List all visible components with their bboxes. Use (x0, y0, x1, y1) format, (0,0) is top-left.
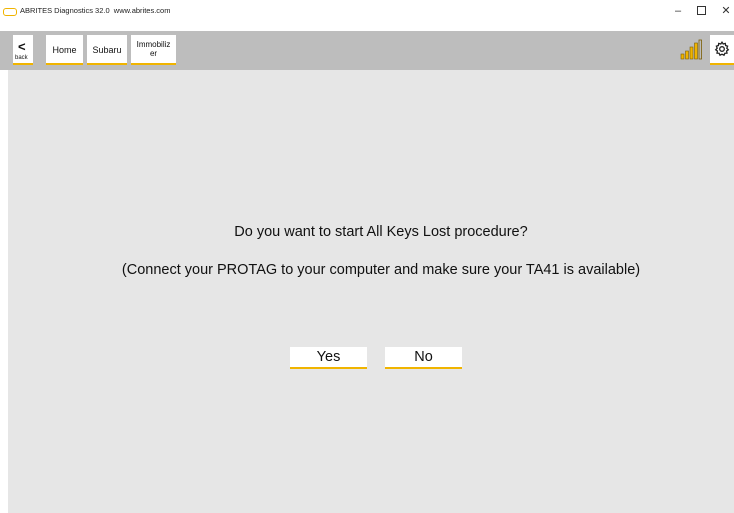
breadcrumb-immobilizer-label: Immobiliz er (131, 35, 176, 58)
maximize-button[interactable] (691, 4, 711, 18)
breadcrumb-subaru[interactable]: Subaru (87, 35, 127, 65)
close-button[interactable]: ✕ (716, 4, 734, 18)
breadcrumb-home[interactable]: Home (46, 35, 83, 65)
maximize-icon (696, 5, 706, 15)
toolbar: < back Home Subaru Immobiliz er (0, 31, 734, 70)
window-title: ABRITES Diagnostics 32.0 www.abrites.com (20, 6, 170, 16)
close-icon: ✕ (721, 5, 731, 17)
breadcrumb-immobilizer-line2: er (149, 49, 158, 58)
abrites-logo-icon (3, 8, 17, 16)
app-window: ABRITES Diagnostics 32.0 www.abrites.com… (0, 0, 734, 513)
no-button[interactable]: No (385, 347, 462, 369)
title-bar: ABRITES Diagnostics 32.0 www.abrites.com… (0, 0, 734, 31)
back-arrow-icon: < (18, 39, 26, 54)
main-content: Do you want to start All Keys Lost proce… (8, 70, 734, 513)
yes-button[interactable]: Yes (290, 347, 367, 369)
breadcrumb-subaru-label: Subaru (92, 45, 122, 55)
back-label: back (15, 55, 28, 61)
breadcrumb-home-label: Home (52, 45, 77, 55)
window-title-text: ABRITES Diagnostics 32.0 (20, 6, 110, 15)
back-button[interactable]: < back (13, 35, 33, 65)
window-title-url: www.abrites.com (113, 6, 171, 15)
breadcrumb-immobilizer-line1: Immobiliz (136, 40, 171, 49)
breadcrumb-immobilizer[interactable]: Immobiliz er (131, 35, 176, 65)
dialog-question: Do you want to start All Keys Lost proce… (234, 224, 528, 240)
dialog-instruction: (Connect your PROTAG to your computer an… (121, 262, 641, 278)
settings-button[interactable] (710, 35, 734, 65)
minimize-button[interactable]: – (668, 4, 688, 18)
signal-bars-icon (680, 39, 702, 61)
minimize-icon: – (674, 5, 682, 17)
